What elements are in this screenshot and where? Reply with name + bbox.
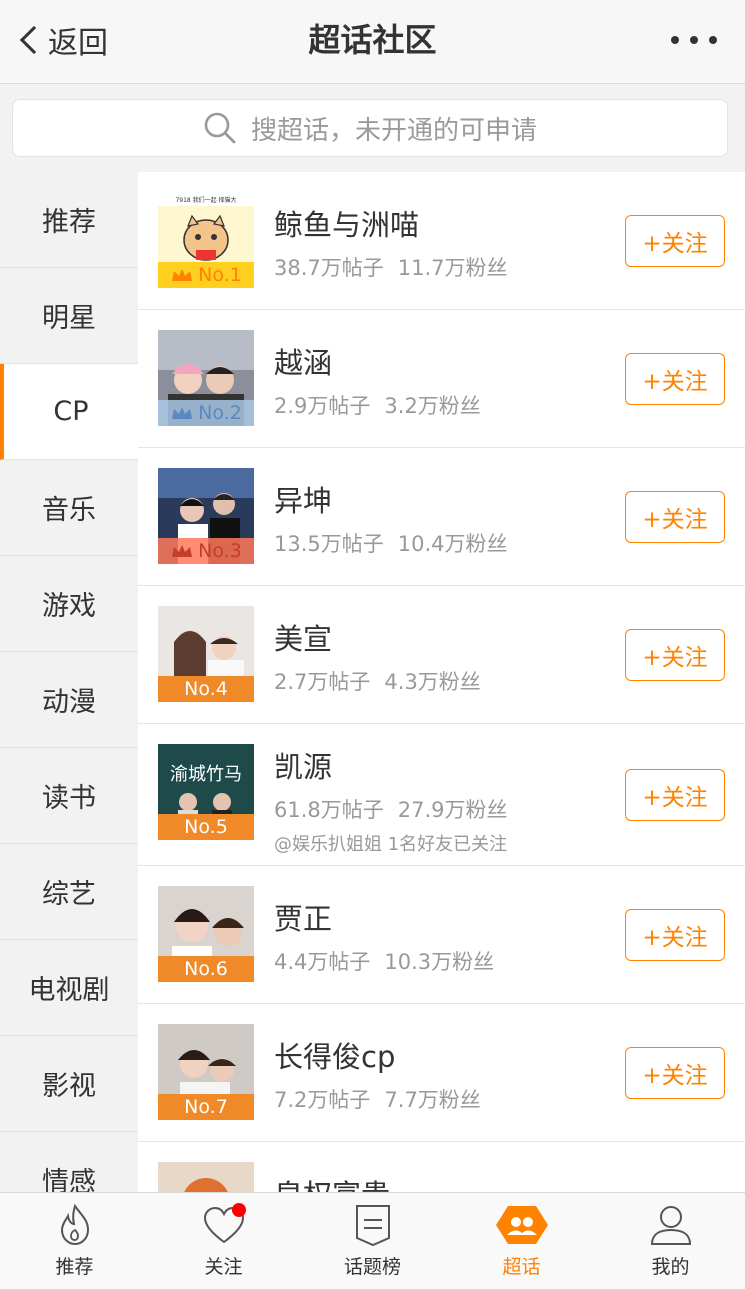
crown-icon (172, 269, 193, 281)
category-cp[interactable]: CP (0, 364, 138, 460)
tab-label: 超话 (502, 1256, 541, 1278)
rank-badge: No.1 (158, 262, 254, 288)
list-item[interactable]: No.4 美宣 2.7万帖子 4.3万粉丝 +关注 (138, 586, 745, 724)
search-icon (204, 112, 236, 144)
tab-guanzhu[interactable]: 关注 (149, 1193, 298, 1289)
topic-cover-image: No.2 (158, 330, 254, 426)
tab-label: 推荐 (55, 1256, 94, 1278)
list-item[interactable]: No.7 长得俊cp 7.2万帖子 7.7万粉丝 +关注 (138, 1004, 745, 1142)
follow-button[interactable]: +关注 (625, 629, 725, 681)
category-tuijian[interactable]: 推荐 (0, 172, 138, 268)
topic-cover-image: 7918 我们一起 择猫大 No.1 (158, 192, 254, 288)
cover-caption: 7918 我们一起 择猫大 (175, 196, 236, 204)
back-button[interactable]: 返回 (16, 18, 108, 62)
list-item[interactable]: 皇权富贵 (138, 1142, 745, 1192)
follow-button[interactable]: +关注 (625, 1047, 725, 1099)
topic-name: 异坤 (274, 484, 333, 518)
topic-stats: 4.4万帖子 10.3万粉丝 (274, 950, 495, 974)
list-item[interactable]: 渝城竹马 No.5 凯源 61.8万帖子 27.9万粉丝 @娱乐扒姐姐 1名好友已… (138, 724, 745, 866)
tab-huatibang[interactable]: 话题榜 (298, 1193, 447, 1289)
rank-badge: No.2 (158, 400, 254, 426)
cover-photo (158, 1162, 254, 1192)
topic-name: 贾正 (274, 902, 333, 936)
super-topic-icon (495, 1206, 548, 1244)
topic-name: 皇权富贵 (274, 1172, 390, 1192)
crown-icon (172, 407, 193, 419)
follow-button[interactable]: +关注 (625, 909, 725, 961)
category-mingxing[interactable]: 明星 (0, 268, 138, 364)
topic-cover-image: No.7 (158, 1024, 254, 1120)
back-label: 返回 (48, 26, 108, 61)
bottom-tab-bar: 推荐 关注 话题榜 超话 我的 (0, 1192, 745, 1289)
rank-badge: No.4 (158, 676, 254, 702)
rank-badge: No.6 (158, 956, 254, 982)
category-sidebar: 推荐 明星 CP 音乐 游戏 动漫 读书 综艺 电视剧 影视 情感 (0, 172, 138, 1192)
tab-chaohua[interactable]: 超话 (447, 1193, 596, 1289)
category-dianshiju[interactable]: 电视剧 (0, 940, 138, 1036)
rank-badge: No.5 (158, 814, 254, 840)
back-chevron-icon (19, 25, 49, 55)
document-icon (355, 1205, 390, 1247)
topic-cover-image: No.6 (158, 886, 254, 982)
more-options-icon[interactable] (671, 26, 717, 54)
top-nav-bar: 返回 超话社区 (0, 0, 745, 84)
topic-stats: 7.2万帖子 7.7万粉丝 (274, 1088, 481, 1112)
search-input[interactable]: 搜超话，未开通的可申请 (12, 99, 728, 157)
category-dongman[interactable]: 动漫 (0, 652, 138, 748)
poster-title: 渝城竹马 (170, 764, 242, 785)
topic-cover-image: No.3 (158, 468, 254, 564)
category-youxi[interactable]: 游戏 (0, 556, 138, 652)
topic-stats: 13.5万帖子 10.4万粉丝 (274, 532, 508, 556)
category-yinyue[interactable]: 音乐 (0, 460, 138, 556)
crown-icon (172, 545, 193, 557)
follow-button[interactable]: +关注 (625, 215, 725, 267)
page-title: 超话社区 (308, 21, 437, 59)
topic-name: 美宣 (274, 622, 333, 656)
topic-stats: 2.9万帖子 3.2万粉丝 (274, 394, 481, 418)
user-icon (650, 1206, 691, 1245)
rank-badge: No.3 (158, 538, 254, 564)
list-item[interactable]: No.6 贾正 4.4万帖子 10.3万粉丝 +关注 (138, 866, 745, 1004)
tab-label: 话题榜 (343, 1256, 401, 1278)
list-item[interactable]: No.2 越涵 2.9万帖子 3.2万粉丝 +关注 (138, 310, 745, 448)
notification-dot (232, 1203, 246, 1217)
tab-label: 我的 (651, 1256, 690, 1278)
search-placeholder: 搜超话，未开通的可申请 (250, 115, 537, 146)
topic-cover-image: 渝城竹马 No.5 (158, 744, 254, 840)
follow-button[interactable]: +关注 (625, 769, 725, 821)
topic-stats: 2.7万帖子 4.3万粉丝 (274, 670, 481, 694)
follow-button[interactable]: +关注 (625, 353, 725, 405)
category-qinggan[interactable]: 情感 (0, 1132, 138, 1192)
search-area: 搜超话，未开通的可申请 (0, 85, 745, 171)
category-dushu[interactable]: 读书 (0, 748, 138, 844)
category-yingshi[interactable]: 影视 (0, 1036, 138, 1132)
super-topic-list: 7918 我们一起 择猫大 No.1 鲸鱼与洲喵 38.7万帖子 11.7万粉丝 … (138, 172, 745, 1192)
flame-icon (60, 1203, 89, 1246)
topic-name: 鲸鱼与洲喵 (274, 208, 420, 242)
tab-label: 关注 (204, 1256, 243, 1278)
rank-badge: No.7 (158, 1094, 254, 1120)
list-item[interactable]: 7918 我们一起 择猫大 No.1 鲸鱼与洲喵 38.7万帖子 11.7万粉丝 … (138, 172, 745, 310)
tab-tuijian[interactable]: 推荐 (0, 1193, 149, 1289)
tab-wode[interactable]: 我的 (596, 1193, 745, 1289)
category-zongyi[interactable]: 综艺 (0, 844, 138, 940)
topic-name: 越涵 (274, 346, 333, 380)
friends-followed-note: @娱乐扒姐姐 1名好友已关注 (274, 834, 508, 855)
topic-stats: 38.7万帖子 11.7万粉丝 (274, 256, 508, 280)
list-item[interactable]: No.3 异坤 13.5万帖子 10.4万粉丝 +关注 (138, 448, 745, 586)
topic-name: 凯源 (274, 750, 333, 784)
topic-name: 长得俊cp (274, 1040, 396, 1074)
follow-button[interactable]: +关注 (625, 491, 725, 543)
topic-cover-image (158, 1162, 254, 1192)
topic-stats: 61.8万帖子 27.9万粉丝 (274, 798, 508, 822)
topic-cover-image: No.4 (158, 606, 254, 702)
